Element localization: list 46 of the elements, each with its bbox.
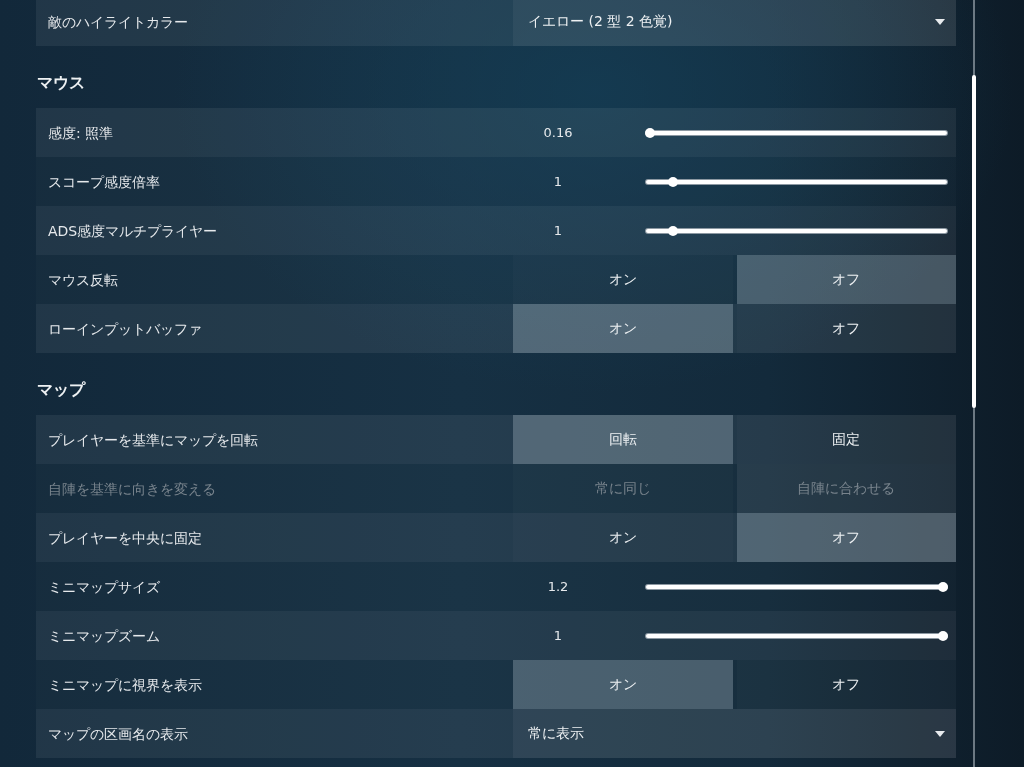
- setting-label: 感度: 照準: [48, 123, 114, 143]
- setting-label: スコープ感度倍率: [48, 172, 160, 192]
- dropdown-field[interactable]: イエロー (2 型 2 色覚): [513, 0, 956, 46]
- slider-reading: 1: [552, 174, 564, 189]
- scrollbar-thumb[interactable]: [972, 75, 976, 408]
- setting-label: ローインプットバッファ: [48, 319, 202, 339]
- slider-track[interactable]: [645, 176, 948, 187]
- toggle-option[interactable]: オン: [513, 513, 733, 562]
- toggle-option[interactable]: オフ: [736, 304, 956, 353]
- slider-thumb[interactable]: [668, 176, 679, 187]
- setting-label: ミニマップに視界を表示: [48, 675, 202, 695]
- section-heading: マウス: [37, 72, 85, 94]
- setting-label: マップの区画名の表示: [48, 724, 188, 744]
- scrollbar[interactable]: [972, 0, 976, 767]
- setting-label: マウス反転: [48, 270, 118, 290]
- toggle-option[interactable]: オフ: [736, 255, 956, 304]
- setting-label: ミニマップサイズ: [48, 577, 160, 597]
- slider-track[interactable]: [645, 225, 948, 236]
- toggle-option[interactable]: オン: [513, 255, 733, 304]
- setting-label: 敵のハイライトカラー: [48, 12, 188, 32]
- slider-track[interactable]: [645, 581, 948, 592]
- slider-track[interactable]: [645, 630, 948, 641]
- setting-label: プレイヤーを基準にマップを回転: [48, 430, 258, 450]
- slider-thumb[interactable]: [938, 581, 948, 592]
- slider-reading: 1: [552, 628, 564, 643]
- toggle-option[interactable]: オフ: [736, 660, 956, 709]
- dropdown-field[interactable]: 常に表示: [513, 709, 956, 758]
- caret-icon: [935, 18, 945, 25]
- slider-thumb[interactable]: [668, 225, 679, 236]
- slider-reading: 1.2: [546, 579, 570, 594]
- slider-reading: 1: [552, 223, 564, 238]
- slider-thumb[interactable]: [938, 630, 948, 641]
- section-heading: マップ: [37, 379, 85, 401]
- toggle-option[interactable]: 回転: [513, 415, 733, 464]
- slider-thumb[interactable]: [645, 127, 655, 138]
- toggle-option[interactable]: 固定: [736, 415, 956, 464]
- slider-track[interactable]: [645, 127, 948, 138]
- toggle-option[interactable]: オン: [513, 660, 733, 709]
- caret-icon: [935, 730, 945, 737]
- setting-label: プレイヤーを中央に固定: [48, 528, 202, 548]
- setting-label: ADS感度マルチプライヤー: [48, 221, 218, 241]
- toggle-option[interactable]: オン: [513, 304, 733, 353]
- setting-label: 自陣を基準に向きを変える: [48, 479, 216, 499]
- slider-reading: 0.16: [542, 125, 574, 140]
- setting-label: ミニマップズーム: [48, 626, 160, 646]
- toggle-option[interactable]: オフ: [736, 513, 956, 562]
